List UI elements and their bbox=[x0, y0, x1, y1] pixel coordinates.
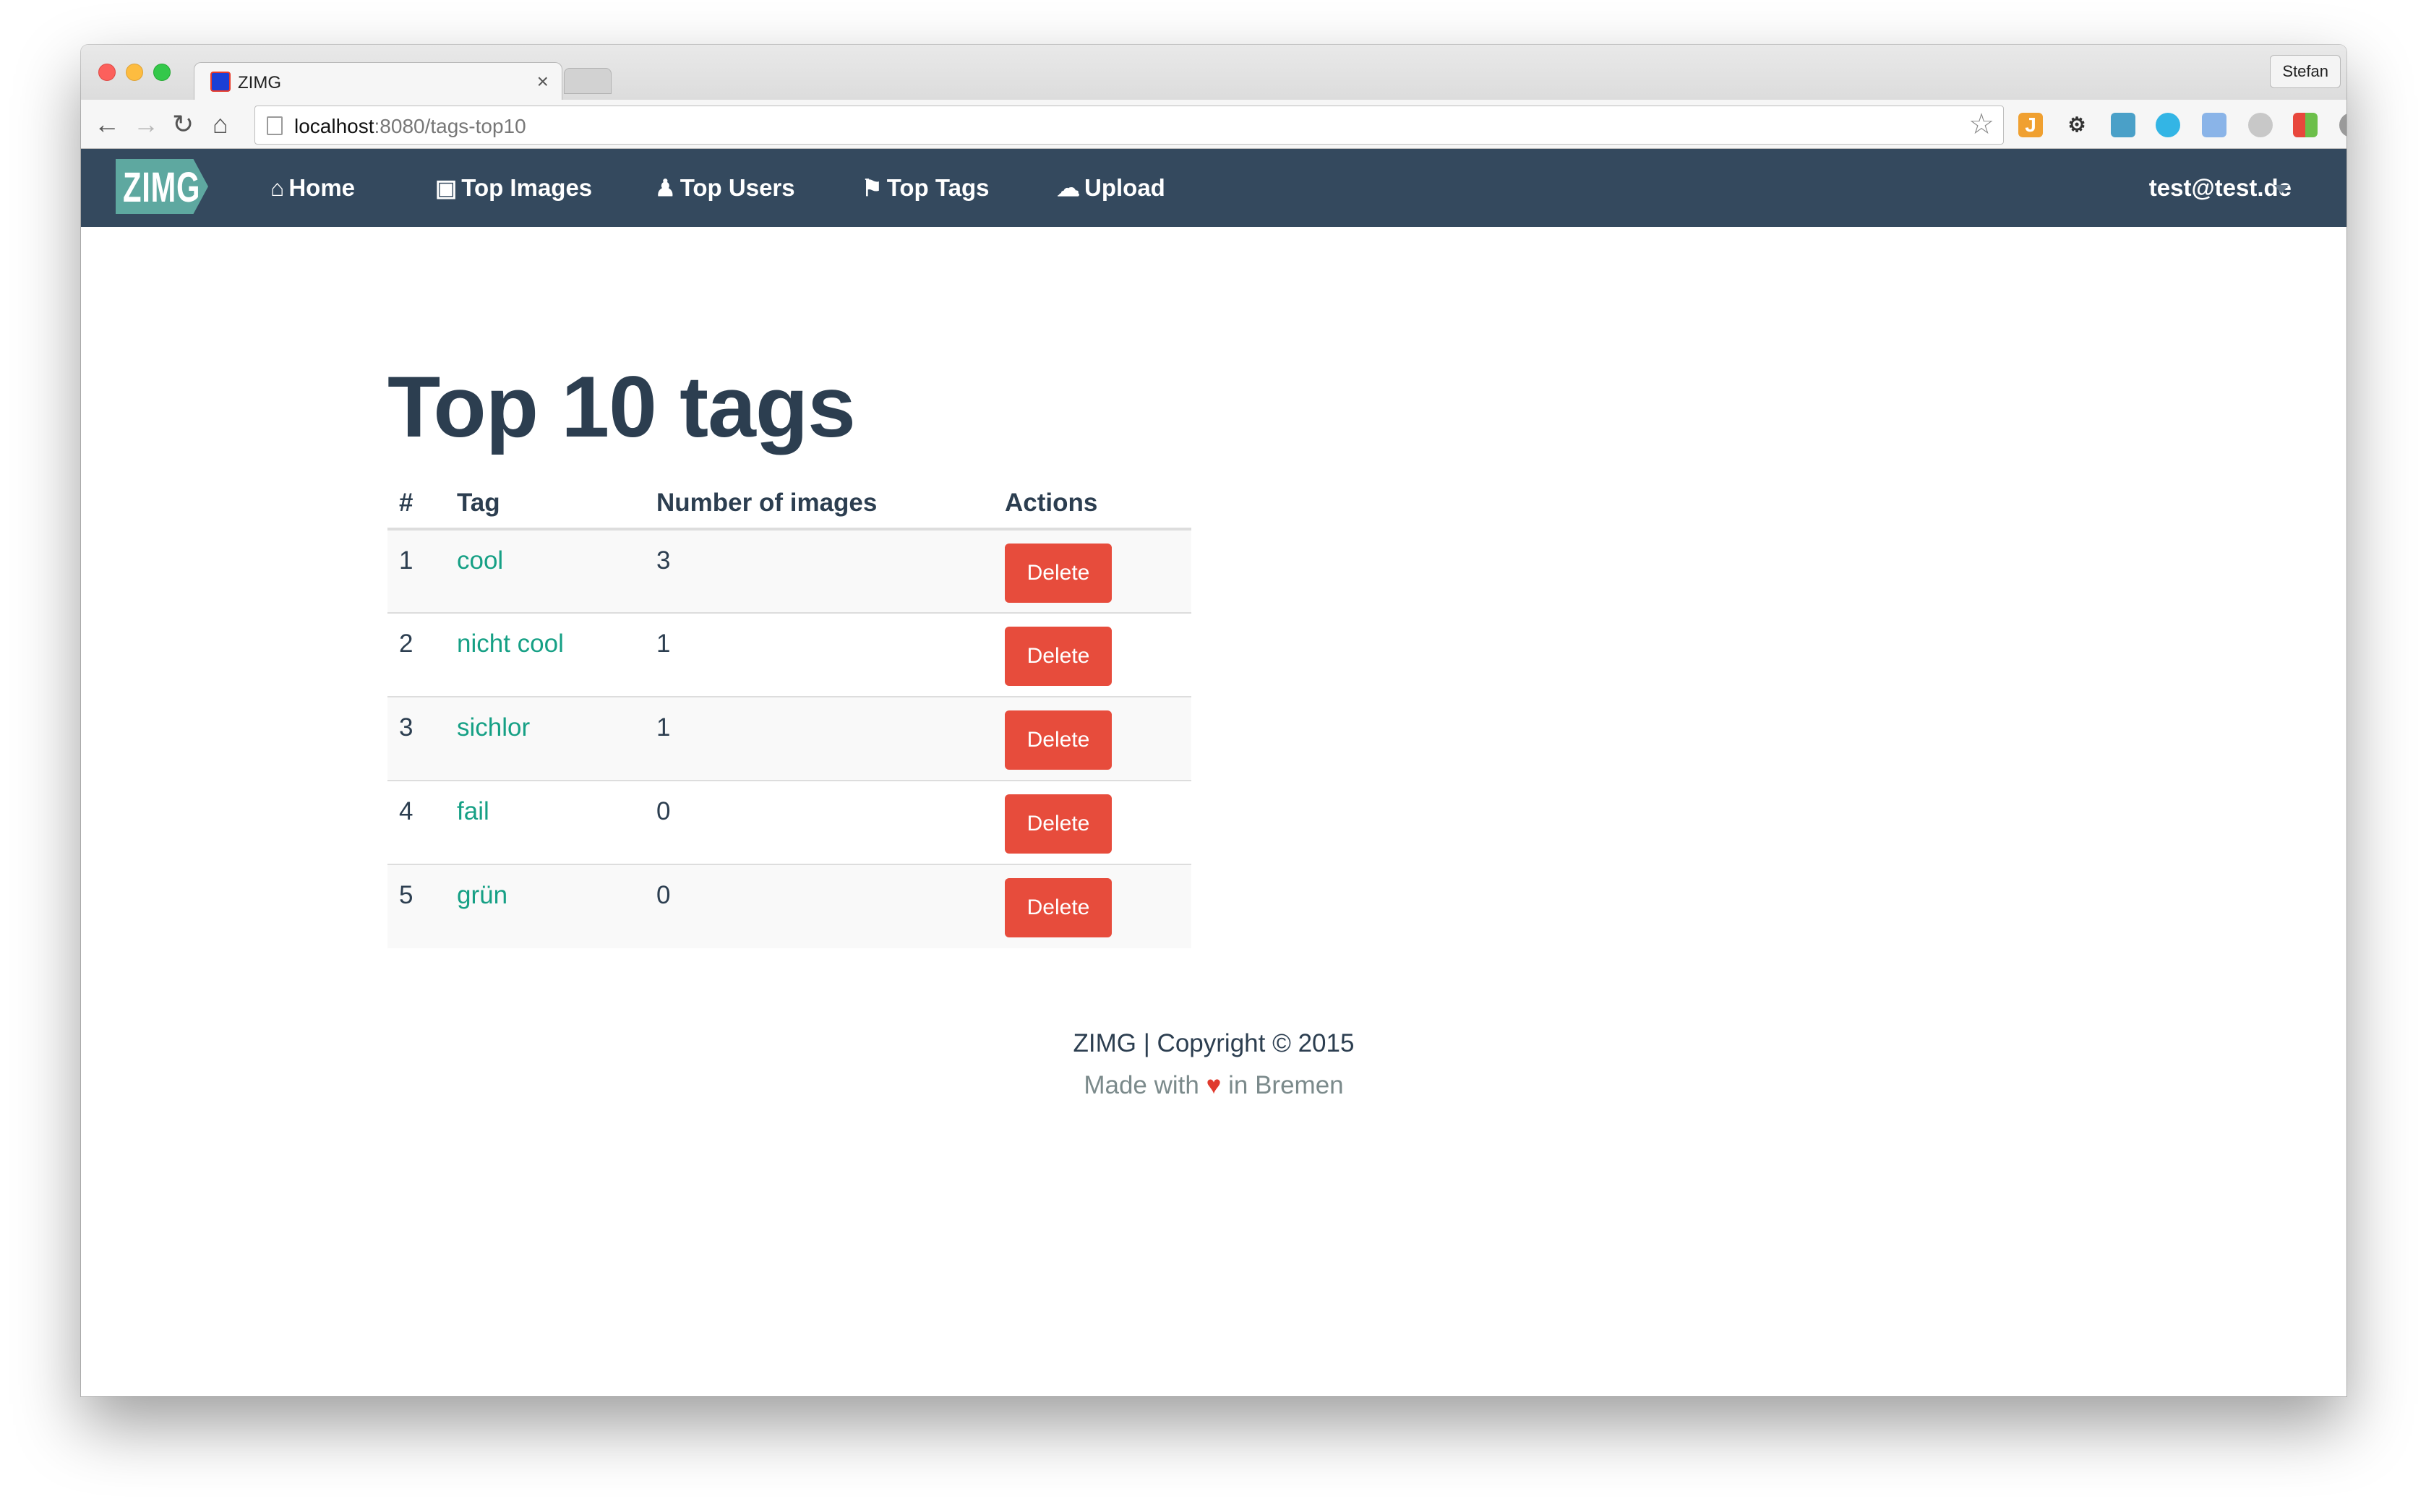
nav-top-users[interactable]: ♟ Top Users bbox=[655, 168, 795, 208]
color-extension-icon[interactable] bbox=[2293, 113, 2318, 137]
table-header-row: # Tag Number of images Actions bbox=[387, 478, 1191, 531]
delete-button[interactable]: Delete bbox=[1005, 627, 1112, 686]
row-count: 3 bbox=[645, 529, 993, 613]
table-row: 5 grün 0 Delete bbox=[387, 864, 1191, 948]
back-arrow-icon[interactable]: ← bbox=[94, 107, 120, 142]
page-title: Top 10 tags bbox=[387, 358, 856, 455]
tags-icon: ⚑ bbox=[862, 175, 883, 201]
row-num: 1 bbox=[387, 529, 445, 613]
tag-link[interactable]: nicht cool bbox=[457, 630, 564, 658]
bookmark-star-icon[interactable]: ☆ bbox=[1968, 108, 1994, 141]
zoom-window-button[interactable] bbox=[153, 64, 171, 81]
url-text[interactable]: localhost:8080/tags-top10 bbox=[294, 115, 526, 138]
row-count: 0 bbox=[645, 864, 993, 948]
made-with-text: Made with ♥ in Bremen bbox=[81, 1071, 2346, 1100]
globe-extension-icon[interactable] bbox=[2248, 113, 2273, 137]
row-num: 3 bbox=[387, 696, 445, 781]
header-count: Number of images bbox=[645, 478, 993, 531]
page-icon bbox=[267, 116, 283, 135]
close-window-button[interactable] bbox=[98, 64, 116, 81]
upload-cloud-icon: ☁ bbox=[1057, 175, 1080, 201]
table-row: 1 cool 3 Delete bbox=[387, 529, 1191, 613]
forward-arrow-icon[interactable]: → bbox=[133, 107, 159, 142]
header-num: # bbox=[387, 478, 445, 531]
header-tag: Tag bbox=[445, 478, 645, 531]
delete-button[interactable]: Delete bbox=[1005, 544, 1112, 603]
table-row: 4 fail 0 Delete bbox=[387, 780, 1191, 864]
row-num: 4 bbox=[387, 780, 445, 864]
reload-icon[interactable]: ↻ bbox=[172, 107, 194, 142]
tag-link[interactable]: sichlor bbox=[457, 713, 530, 742]
new-tab-button[interactable] bbox=[564, 68, 612, 94]
home-icon: ⌂ bbox=[270, 175, 285, 201]
row-count: 0 bbox=[645, 780, 993, 864]
browser-titlebar: ZIMG × Stefan bbox=[81, 45, 2346, 100]
app-navbar: ZIMG ⌂ Home ▣ Top Images ♟ Top Users ⚑ T… bbox=[81, 149, 2346, 227]
browser-window: ZIMG × Stefan ← → ↻ ⌂ localhost:8080/tag… bbox=[81, 45, 2346, 1396]
url-path: :8080/tags-top10 bbox=[374, 115, 526, 137]
made-with-suffix: in Bremen bbox=[1228, 1071, 1344, 1099]
minimize-window-button[interactable] bbox=[126, 64, 143, 81]
row-num: 5 bbox=[387, 864, 445, 948]
page-footer: ZIMG | Copyright © 2015 Made with ♥ in B… bbox=[81, 1029, 2346, 1100]
address-bar[interactable]: localhost:8080/tags-top10 ☆ bbox=[254, 106, 2004, 145]
nav-top-images[interactable]: ▣ Top Images bbox=[435, 168, 592, 208]
nav-upload-label: Upload bbox=[1084, 174, 1165, 201]
nav-top-users-label: Top Users bbox=[680, 174, 795, 201]
profile-button[interactable]: Stefan bbox=[2270, 55, 2341, 88]
heart-icon: ♥ bbox=[1206, 1071, 1222, 1099]
share-extension-icon[interactable] bbox=[2156, 113, 2180, 137]
chevron-down-icon[interactable] bbox=[2274, 185, 2289, 194]
made-with-prefix: Made with bbox=[1084, 1071, 1199, 1099]
url-host: localhost bbox=[294, 115, 374, 137]
nav-upload[interactable]: ☁ Upload bbox=[1057, 168, 1165, 208]
copyright-text: ZIMG | Copyright © 2015 bbox=[1073, 1029, 1355, 1057]
settings-icon[interactable]: ⚙ bbox=[2065, 113, 2089, 137]
tab-title: ZIMG bbox=[238, 73, 281, 93]
delete-button[interactable]: Delete bbox=[1005, 794, 1112, 854]
browser-tab[interactable]: ZIMG × bbox=[194, 62, 562, 100]
brand-text: ZIMG bbox=[123, 164, 201, 211]
tag-link[interactable]: fail bbox=[457, 797, 489, 825]
row-count: 1 bbox=[645, 612, 993, 697]
user-menu[interactable]: test@test.de bbox=[2149, 168, 2292, 208]
browser-toolbar: ← → ↻ ⌂ localhost:8080/tags-top10 ☆ J ⚙ … bbox=[81, 100, 2346, 149]
tag-link[interactable]: grün bbox=[457, 881, 507, 909]
ghost-extension-icon[interactable] bbox=[2339, 113, 2346, 137]
row-count: 1 bbox=[645, 696, 993, 781]
tag-link[interactable]: cool bbox=[457, 546, 503, 575]
image-icon: ▣ bbox=[435, 175, 458, 201]
nav-top-images-label: Top Images bbox=[461, 174, 593, 201]
header-actions: Actions bbox=[993, 478, 1191, 531]
home-icon[interactable]: ⌂ bbox=[213, 107, 228, 142]
user-icon: ♟ bbox=[655, 175, 676, 201]
table-row: 3 sichlor 1 Delete bbox=[387, 696, 1191, 781]
tab-close-icon[interactable]: × bbox=[537, 70, 549, 93]
nav-top-tags[interactable]: ⚑ Top Tags bbox=[862, 168, 989, 208]
page-content: Top 10 tags # Tag Number of images Actio… bbox=[81, 227, 2346, 1396]
favicon-icon bbox=[210, 72, 231, 92]
tags-table: # Tag Number of images Actions 1 cool 3 … bbox=[387, 478, 1191, 948]
nav-home-label: Home bbox=[288, 174, 356, 201]
table-row: 2 nicht cool 1 Delete bbox=[387, 612, 1191, 697]
jetbrains-extension-icon[interactable]: J bbox=[2018, 113, 2043, 137]
delete-button[interactable]: Delete bbox=[1005, 878, 1112, 937]
delete-button[interactable]: Delete bbox=[1005, 710, 1112, 770]
brand-logo[interactable]: ZIMG bbox=[116, 159, 224, 214]
nav-home[interactable]: ⌂ Home bbox=[270, 168, 355, 208]
folder-extension-icon[interactable] bbox=[2202, 113, 2226, 137]
row-num: 2 bbox=[387, 612, 445, 697]
extension-icon[interactable] bbox=[2111, 113, 2135, 137]
nav-top-tags-label: Top Tags bbox=[886, 174, 990, 201]
